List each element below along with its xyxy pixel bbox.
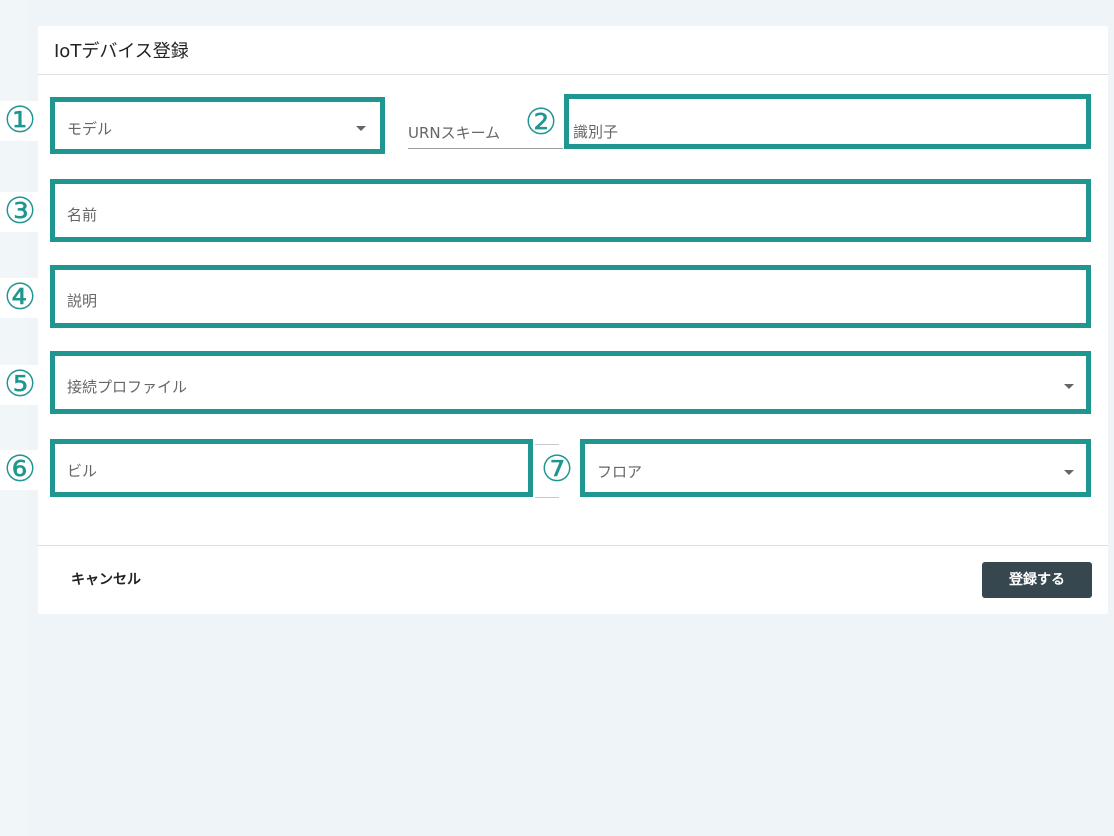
name-input[interactable]: 名前 xyxy=(50,179,1091,242)
device-registration-dialog: IoTデバイス登録 モデル URNスキーム ② 識別子 名前 説明 接続プロファ… xyxy=(38,26,1108,614)
description-label: 説明 xyxy=(67,292,98,310)
register-button[interactable]: 登録する xyxy=(982,562,1092,598)
chevron-down-icon xyxy=(1064,384,1074,389)
model-select[interactable]: モデル xyxy=(50,97,385,154)
building-label: ビル xyxy=(67,462,98,480)
marker-6: ⑥ xyxy=(0,450,40,490)
marker-7: ⑦ xyxy=(537,450,577,490)
name-label: 名前 xyxy=(67,206,98,224)
identifier-label: 識別子 xyxy=(573,123,619,141)
chevron-down-icon xyxy=(356,126,366,131)
dialog-title: IoTデバイス登録 xyxy=(54,41,189,62)
identifier-input[interactable]: 識別子 xyxy=(564,94,1091,149)
model-label: モデル xyxy=(67,120,113,138)
connection-profile-select[interactable]: 接続プロファイル xyxy=(50,351,1091,414)
marker-2: ② xyxy=(521,103,561,143)
floor-label: フロア xyxy=(597,463,643,481)
chevron-down-icon xyxy=(1064,470,1074,475)
connection-profile-label: 接続プロファイル xyxy=(67,378,188,396)
floor-select[interactable]: フロア xyxy=(580,439,1091,497)
marker-1: ① xyxy=(0,101,40,141)
description-input[interactable]: 説明 xyxy=(50,265,1091,328)
marker-4: ④ xyxy=(0,278,40,318)
title-divider xyxy=(38,74,1108,75)
cancel-button[interactable]: キャンセル xyxy=(71,569,141,589)
urn-scheme-label: URNスキーム xyxy=(408,124,501,142)
building-input[interactable]: ビル xyxy=(50,439,533,497)
marker-5: ⑤ xyxy=(0,365,40,405)
marker-3: ③ xyxy=(0,192,40,232)
footer-divider xyxy=(38,545,1108,546)
